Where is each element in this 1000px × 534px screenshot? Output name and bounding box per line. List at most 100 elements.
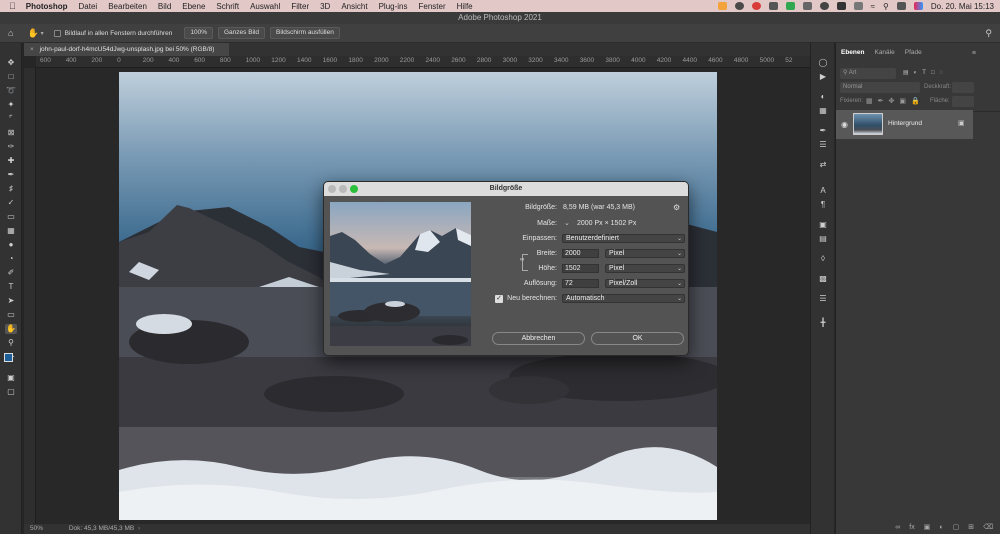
tab-channels[interactable]: Kanäle [869,47,899,61]
layer-filter-icons[interactable]: ▤◐T□◌ [900,68,973,79]
search-icon[interactable]: ⚲ [985,28,992,39]
tray-app-icon[interactable] [717,2,727,10]
menu-auswahl[interactable]: Auswahl [250,2,280,11]
layer-mask-icon[interactable]: ▣ [924,521,931,534]
menu-filter[interactable]: Filter [291,2,309,11]
actions-panel-icon[interactable]: ▶ [817,72,829,82]
lasso-tool-icon[interactable]: ➰ [5,86,17,96]
ok-button[interactable]: OK [591,332,684,345]
notes-panel-icon[interactable]: ▤ [817,234,829,244]
tab-paths[interactable]: Pfade [900,47,927,61]
type-tool-icon[interactable]: T [5,282,17,292]
home-icon[interactable]: ⌂ [8,28,13,38]
brushes-panel-icon[interactable]: ✒ [817,126,829,136]
adjustment-layer-icon[interactable]: ◐ [939,521,943,534]
quick-select-tool-icon[interactable]: ✦ [5,100,17,110]
fit-screen-button[interactable]: Ganzes Bild [217,27,266,39]
shape-tool-icon[interactable]: ▭ [5,310,17,320]
history-brush-tool-icon[interactable]: ✓ [5,198,17,208]
blur-tool-icon[interactable]: ● [5,240,17,250]
brush-tool-icon[interactable]: ✒ [5,170,17,180]
menu-3d[interactable]: 3D [320,2,330,11]
blend-mode-select[interactable]: Normal [840,82,920,93]
lock-icons[interactable]: ▦✒✥▣🔒 [866,97,925,105]
width-input[interactable]: 2000 [562,249,599,258]
zoom-tool-icon[interactable]: ⚲ [5,338,17,348]
layer-style-icon[interactable]: fx [909,521,914,534]
tray-grid-icon[interactable] [802,2,812,10]
paragraph-panel-icon[interactable]: ¶ [817,200,829,210]
close-icon[interactable]: × [30,46,34,53]
menu-bearbeiten[interactable]: Bearbeiten [108,2,147,11]
dodge-tool-icon[interactable]: ◔ [5,254,17,264]
eyedropper-tool-icon[interactable]: ✑ [5,142,17,152]
opacity-field[interactable] [952,82,974,93]
move-tool-icon[interactable]: ✥ [5,58,17,68]
new-group-icon[interactable]: ▢ [953,521,960,534]
pen-tool-icon[interactable]: ✐ [5,268,17,278]
chevron-down-icon[interactable]: ▾ [41,30,44,37]
zoom-window-button[interactable] [350,185,358,193]
swatches-panel-icon[interactable]: ▦ [817,106,829,116]
wifi-icon[interactable]: ≈ [871,2,875,11]
gear-icon[interactable]: ⚙ [673,203,680,212]
resolution-input[interactable]: 72 [562,279,599,288]
delete-layer-icon[interactable]: ⌫ [983,521,993,534]
height-unit-select[interactable]: Pixel ⌄ [605,264,685,273]
link-icon[interactable]: ∞ [520,257,524,263]
path-select-tool-icon[interactable]: ➤ [5,296,17,306]
fill-screen-button[interactable]: Bildschirm ausfüllen [270,27,340,39]
cancel-button[interactable]: Abbrechen [492,332,585,345]
healing-tool-icon[interactable]: ✚ [5,156,17,166]
menu-app-name[interactable]: Photoshop [26,2,68,11]
layer-name[interactable]: Hintergrund [888,120,922,127]
control-center-icon[interactable] [896,2,906,10]
menu-bild[interactable]: Bild [158,2,171,11]
document-info[interactable]: Dok: 45,3 MB/45,3 MB [69,525,134,532]
width-unit-select[interactable]: Pixel ⌄ [605,249,685,258]
marquee-tool-icon[interactable]: □ [5,72,17,82]
tray-red-icon[interactable] [751,2,761,10]
layer-row[interactable]: ◉ Hintergrund ▣ [836,110,973,139]
properties-panel-icon[interactable]: ☰ [817,140,829,150]
glyphs-panel-icon[interactable]: ⇄ [817,160,829,170]
tray-green-icon[interactable] [785,2,795,10]
menu-datei[interactable]: Datei [79,2,98,11]
height-input[interactable]: 1502 [562,264,599,273]
apple-icon[interactable]:  [9,1,16,11]
libraries-panel-icon[interactable]: ▣ [817,220,829,230]
3d-panel-icon[interactable]: ◊ [817,254,829,264]
tray-dark-icon[interactable] [768,2,778,10]
search-icon[interactable]: ⚲ [883,2,889,11]
screen-mode-icon[interactable]: ▢ [5,387,17,397]
menu-ansicht[interactable]: Ansicht [341,2,367,11]
timeline-panel-icon[interactable]: ╋ [817,318,829,328]
menu-ebene[interactable]: Ebene [182,2,205,11]
zoom-100-button[interactable]: 100% [184,27,213,39]
chevron-right-icon[interactable]: › [138,525,140,532]
fill-field[interactable] [952,96,974,107]
close-window-button[interactable] [328,185,336,193]
resample-select[interactable]: Automatisch ⌄ [562,294,685,303]
fit-select[interactable]: Benutzerdefiniert ⌄ [562,234,685,243]
tray-cloud-icon[interactable] [853,2,863,10]
menu-hilfe[interactable]: Hilfe [457,2,473,11]
document-tab[interactable]: × john-paul-dorf-h4mcU54dJwg-unsplash.jp… [24,43,229,56]
chevron-down-icon[interactable]: ⌄ [564,219,570,227]
gradient-tool-icon[interactable]: ▦ [5,226,17,236]
eraser-tool-icon[interactable]: ▭ [5,212,17,222]
tray-circle-icon[interactable] [734,2,744,10]
hand-tool-icon[interactable]: ✋ [5,324,17,334]
zoom-level[interactable]: 50% [30,525,43,532]
minimize-window-button[interactable] [339,185,347,193]
link-layers-icon[interactable]: ∞ [895,521,900,534]
layer-filter-select[interactable]: ⚲ Art [840,68,896,79]
layer-comps-panel-icon[interactable]: ▩ [817,274,829,284]
adjustments-panel-icon[interactable]: ◐ [817,92,829,102]
scroll-all-checkbox[interactable] [53,29,61,37]
menu-plugins[interactable]: Plug-ins [379,2,408,11]
foreground-color-swatch[interactable] [4,353,13,362]
quick-mask-icon[interactable]: ▣ [5,373,17,383]
hand-tool-icon[interactable]: ✋ [27,28,38,39]
character-panel-icon[interactable]: A [817,186,829,196]
